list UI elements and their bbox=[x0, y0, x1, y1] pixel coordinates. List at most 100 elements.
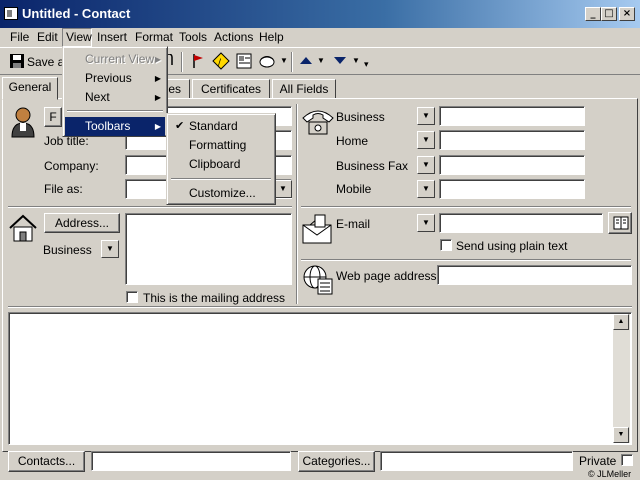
person-icon bbox=[11, 107, 35, 138]
address-book-button[interactable] bbox=[608, 212, 632, 234]
separator bbox=[301, 259, 631, 261]
chevron-down-icon[interactable]: ▼ bbox=[317, 56, 325, 65]
scroll-down-button[interactable]: ▼ bbox=[613, 427, 629, 443]
scroll-up-button[interactable]: ▲ bbox=[613, 314, 629, 330]
submenu-arrow-icon: ▶ bbox=[154, 55, 161, 64]
address-type-dropdown[interactable]: ▼ bbox=[101, 240, 119, 258]
copyright-text: © JLMeller bbox=[588, 469, 632, 479]
phone-type-dropdown[interactable]: ▼ bbox=[417, 180, 435, 198]
submenu-arrow-icon: ▶ bbox=[154, 93, 161, 102]
menu-bar: File Edit View Insert Format Tools Actio… bbox=[0, 28, 640, 47]
address-book-icon bbox=[613, 216, 629, 230]
submenu-item-formatting[interactable]: Formatting bbox=[169, 136, 273, 155]
menu-item-label: Next bbox=[85, 90, 110, 104]
menu-format[interactable]: Format bbox=[135, 30, 173, 44]
webpage-field[interactable] bbox=[437, 265, 632, 285]
phone-field-home[interactable] bbox=[439, 130, 585, 150]
display-map-icon[interactable] bbox=[236, 53, 252, 69]
webpage-label: Web page address: bbox=[336, 269, 440, 283]
phone-label-business: Business bbox=[336, 110, 385, 124]
file-as-label: File as: bbox=[44, 182, 83, 196]
categories-field[interactable] bbox=[380, 451, 573, 471]
close-button[interactable]: × bbox=[619, 7, 635, 21]
email-field[interactable] bbox=[439, 213, 603, 233]
separator bbox=[8, 206, 292, 208]
private-label: Private bbox=[579, 454, 617, 468]
phone-field-business[interactable] bbox=[439, 106, 585, 126]
phone-field-business-fax[interactable] bbox=[439, 155, 585, 175]
categories-icon[interactable]: / bbox=[212, 52, 230, 70]
email-icon bbox=[302, 214, 332, 244]
email-label: E-mail bbox=[336, 217, 371, 231]
menu-actions[interactable]: Actions bbox=[214, 30, 253, 44]
next-item-icon[interactable] bbox=[333, 56, 347, 66]
tab-general[interactable]: General bbox=[2, 77, 58, 100]
submenu-item-customize[interactable]: Customize... bbox=[169, 184, 273, 203]
phone-type-dropdown[interactable]: ▼ bbox=[417, 131, 435, 149]
previous-item-icon[interactable] bbox=[299, 55, 313, 65]
address-type-label: Business bbox=[43, 243, 92, 257]
contacts-field[interactable] bbox=[91, 451, 291, 471]
minimize-button[interactable]: _ bbox=[585, 7, 601, 21]
notes-textarea[interactable] bbox=[8, 312, 632, 445]
plain-text-checkbox[interactable] bbox=[440, 239, 452, 251]
full-name-button[interactable]: F bbox=[44, 107, 62, 127]
toolbars-submenu: ✔ Standard Formatting Clipboard Customiz… bbox=[166, 113, 276, 205]
contact-card-icon[interactable] bbox=[4, 7, 18, 20]
phone-label-mobile: Mobile bbox=[336, 182, 372, 196]
submenu-item-standard[interactable]: ✔ Standard bbox=[169, 117, 273, 136]
menu-item-label: Clipboard bbox=[189, 157, 241, 171]
menu-view[interactable]: View bbox=[66, 30, 92, 44]
maximize-button[interactable]: □ bbox=[601, 7, 617, 21]
phone-type-dropdown[interactable]: ▼ bbox=[417, 107, 435, 125]
tab-all-fields[interactable]: All Fields bbox=[272, 79, 336, 99]
menu-item-label: Customize... bbox=[189, 186, 256, 200]
menu-item-label: Previous bbox=[85, 71, 132, 85]
file-as-dropdown[interactable]: ▼ bbox=[274, 180, 292, 198]
mailing-address-checkbox[interactable] bbox=[126, 291, 138, 303]
submenu-item-clipboard[interactable]: Clipboard bbox=[169, 155, 273, 174]
house-icon bbox=[9, 214, 37, 242]
menu-tools[interactable]: Tools bbox=[179, 30, 207, 44]
separator bbox=[301, 206, 631, 208]
checkmark-icon: ✔ bbox=[175, 120, 185, 132]
submenu-arrow-icon: ▶ bbox=[154, 74, 161, 83]
menu-item-label: Standard bbox=[189, 119, 238, 133]
separator bbox=[296, 104, 298, 304]
new-message-to-contact-icon[interactable] bbox=[258, 53, 276, 69]
notes-scrollbar[interactable]: ▲ ▼ bbox=[613, 314, 630, 443]
private-checkbox[interactable] bbox=[621, 454, 633, 466]
menu-file[interactable]: File bbox=[10, 30, 29, 44]
chevron-down-icon[interactable]: ▼ bbox=[280, 56, 288, 65]
menu-item-next[interactable]: Next ▶ bbox=[65, 88, 165, 107]
menu-item-label: Formatting bbox=[189, 138, 247, 152]
address-button[interactable]: Address... bbox=[44, 213, 120, 233]
submenu-arrow-icon: ▶ bbox=[154, 122, 161, 131]
contacts-button[interactable]: Contacts... bbox=[8, 451, 85, 472]
categories-button[interactable]: Categories... bbox=[298, 451, 375, 472]
save-and-close-label[interactable]: Save a bbox=[27, 55, 64, 69]
menu-item-previous[interactable]: Previous ▶ bbox=[65, 69, 165, 88]
globe-icon bbox=[303, 265, 333, 295]
menu-item-current-view: Current View ▶ bbox=[65, 50, 165, 69]
plain-text-label: Send using plain text bbox=[456, 239, 568, 253]
window-title: Untitled - Contact bbox=[22, 6, 131, 21]
title-bar: Untitled - Contact _ □ × bbox=[0, 0, 640, 28]
menu-separator bbox=[67, 110, 163, 112]
company-label: Company: bbox=[44, 159, 99, 173]
menu-insert[interactable]: Insert bbox=[97, 30, 127, 44]
phone-label-business-fax: Business Fax bbox=[336, 159, 409, 173]
tab-certificates[interactable]: Certificates bbox=[192, 79, 270, 99]
phone-label-home: Home bbox=[336, 134, 369, 148]
save-icon[interactable] bbox=[10, 54, 24, 68]
flag-icon[interactable] bbox=[191, 53, 205, 69]
address-field[interactable] bbox=[125, 213, 292, 285]
toolbar-options-icon[interactable]: ▾ bbox=[364, 59, 369, 70]
phone-field-mobile[interactable] bbox=[439, 179, 585, 199]
menu-help[interactable]: Help bbox=[259, 30, 284, 44]
email-type-dropdown[interactable]: ▼ bbox=[417, 214, 435, 232]
phone-type-dropdown[interactable]: ▼ bbox=[417, 156, 435, 174]
menu-edit[interactable]: Edit bbox=[37, 30, 58, 44]
menu-item-toolbars[interactable]: Toolbars ▶ bbox=[65, 117, 165, 136]
chevron-down-icon[interactable]: ▼ bbox=[352, 56, 360, 65]
